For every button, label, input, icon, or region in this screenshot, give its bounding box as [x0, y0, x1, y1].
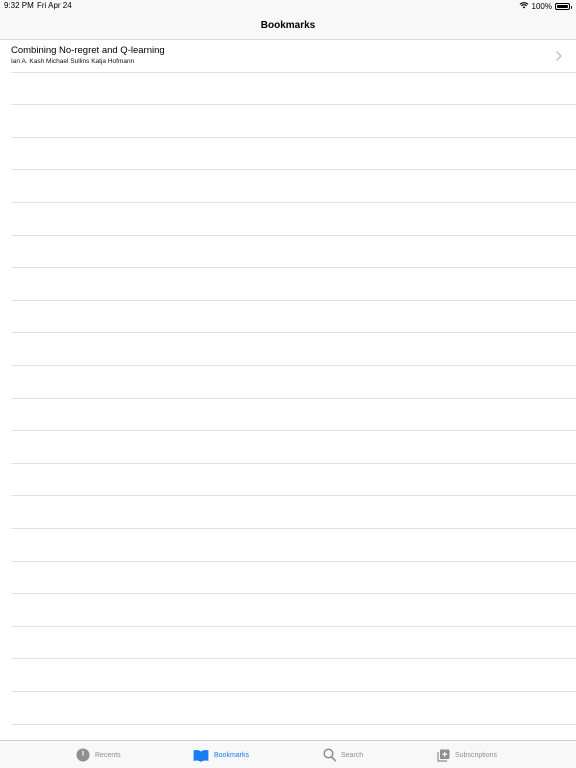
status-indicators: 100%: [519, 1, 572, 11]
empty-row: [0, 170, 576, 203]
clock-icon: [76, 748, 90, 762]
empty-row: [0, 203, 576, 236]
book-icon: [193, 749, 209, 762]
empty-row: [0, 659, 576, 692]
navigation-bar: Bookmarks: [0, 12, 576, 40]
tab-label: Subscriptions: [455, 751, 498, 759]
subscriptions-icon: [437, 749, 450, 762]
list-item[interactable]: Combining No-regret and Q-learning Ian A…: [0, 40, 576, 73]
wifi-icon: [519, 1, 529, 11]
empty-row: [0, 138, 576, 171]
empty-row: [0, 73, 576, 106]
empty-row: [0, 496, 576, 529]
empty-row: [0, 399, 576, 432]
tab-search[interactable]: Search: [323, 741, 363, 768]
empty-row: [0, 431, 576, 464]
chevron-right-icon: [556, 51, 562, 61]
battery-percentage: 100%: [531, 1, 552, 11]
tab-label: Recents: [95, 751, 121, 759]
row-separator: [11, 723, 576, 725]
page-title: Bookmarks: [260, 20, 316, 31]
tab-label: Bookmarks: [214, 751, 250, 759]
empty-row: [0, 105, 576, 138]
empty-row: [0, 594, 576, 627]
empty-row: [0, 301, 576, 334]
battery-icon: [555, 2, 572, 10]
magnifier-icon: [323, 748, 336, 762]
tab-bar: Recents Bookmarks Search Subscriptions: [0, 740, 576, 768]
empty-row: [0, 529, 576, 562]
status-time: 9:32 PM: [4, 1, 34, 10]
status-date: Fri Apr 24: [37, 1, 72, 10]
empty-row: [0, 627, 576, 660]
list-item-subtitle: Ian A. Kash Michael Sullins Katja Hofman…: [11, 58, 135, 65]
empty-row: [0, 692, 576, 725]
tab-bookmarks[interactable]: Bookmarks: [193, 741, 249, 768]
tab-subscriptions[interactable]: Subscriptions: [437, 741, 497, 768]
tab-label: Search: [341, 751, 364, 759]
empty-row: [0, 236, 576, 269]
list-item-title: Combining No-regret and Q-learning: [11, 45, 165, 56]
bookmarks-list: Combining No-regret and Q-learning Ian A…: [0, 40, 576, 740]
empty-row: [0, 268, 576, 301]
status-bar: 9:32 PM Fri Apr 24 100%: [0, 0, 576, 12]
empty-row: [0, 333, 576, 366]
tab-recents[interactable]: Recents: [76, 741, 121, 768]
empty-row: [0, 366, 576, 399]
empty-row: [0, 464, 576, 497]
empty-row: [0, 562, 576, 595]
